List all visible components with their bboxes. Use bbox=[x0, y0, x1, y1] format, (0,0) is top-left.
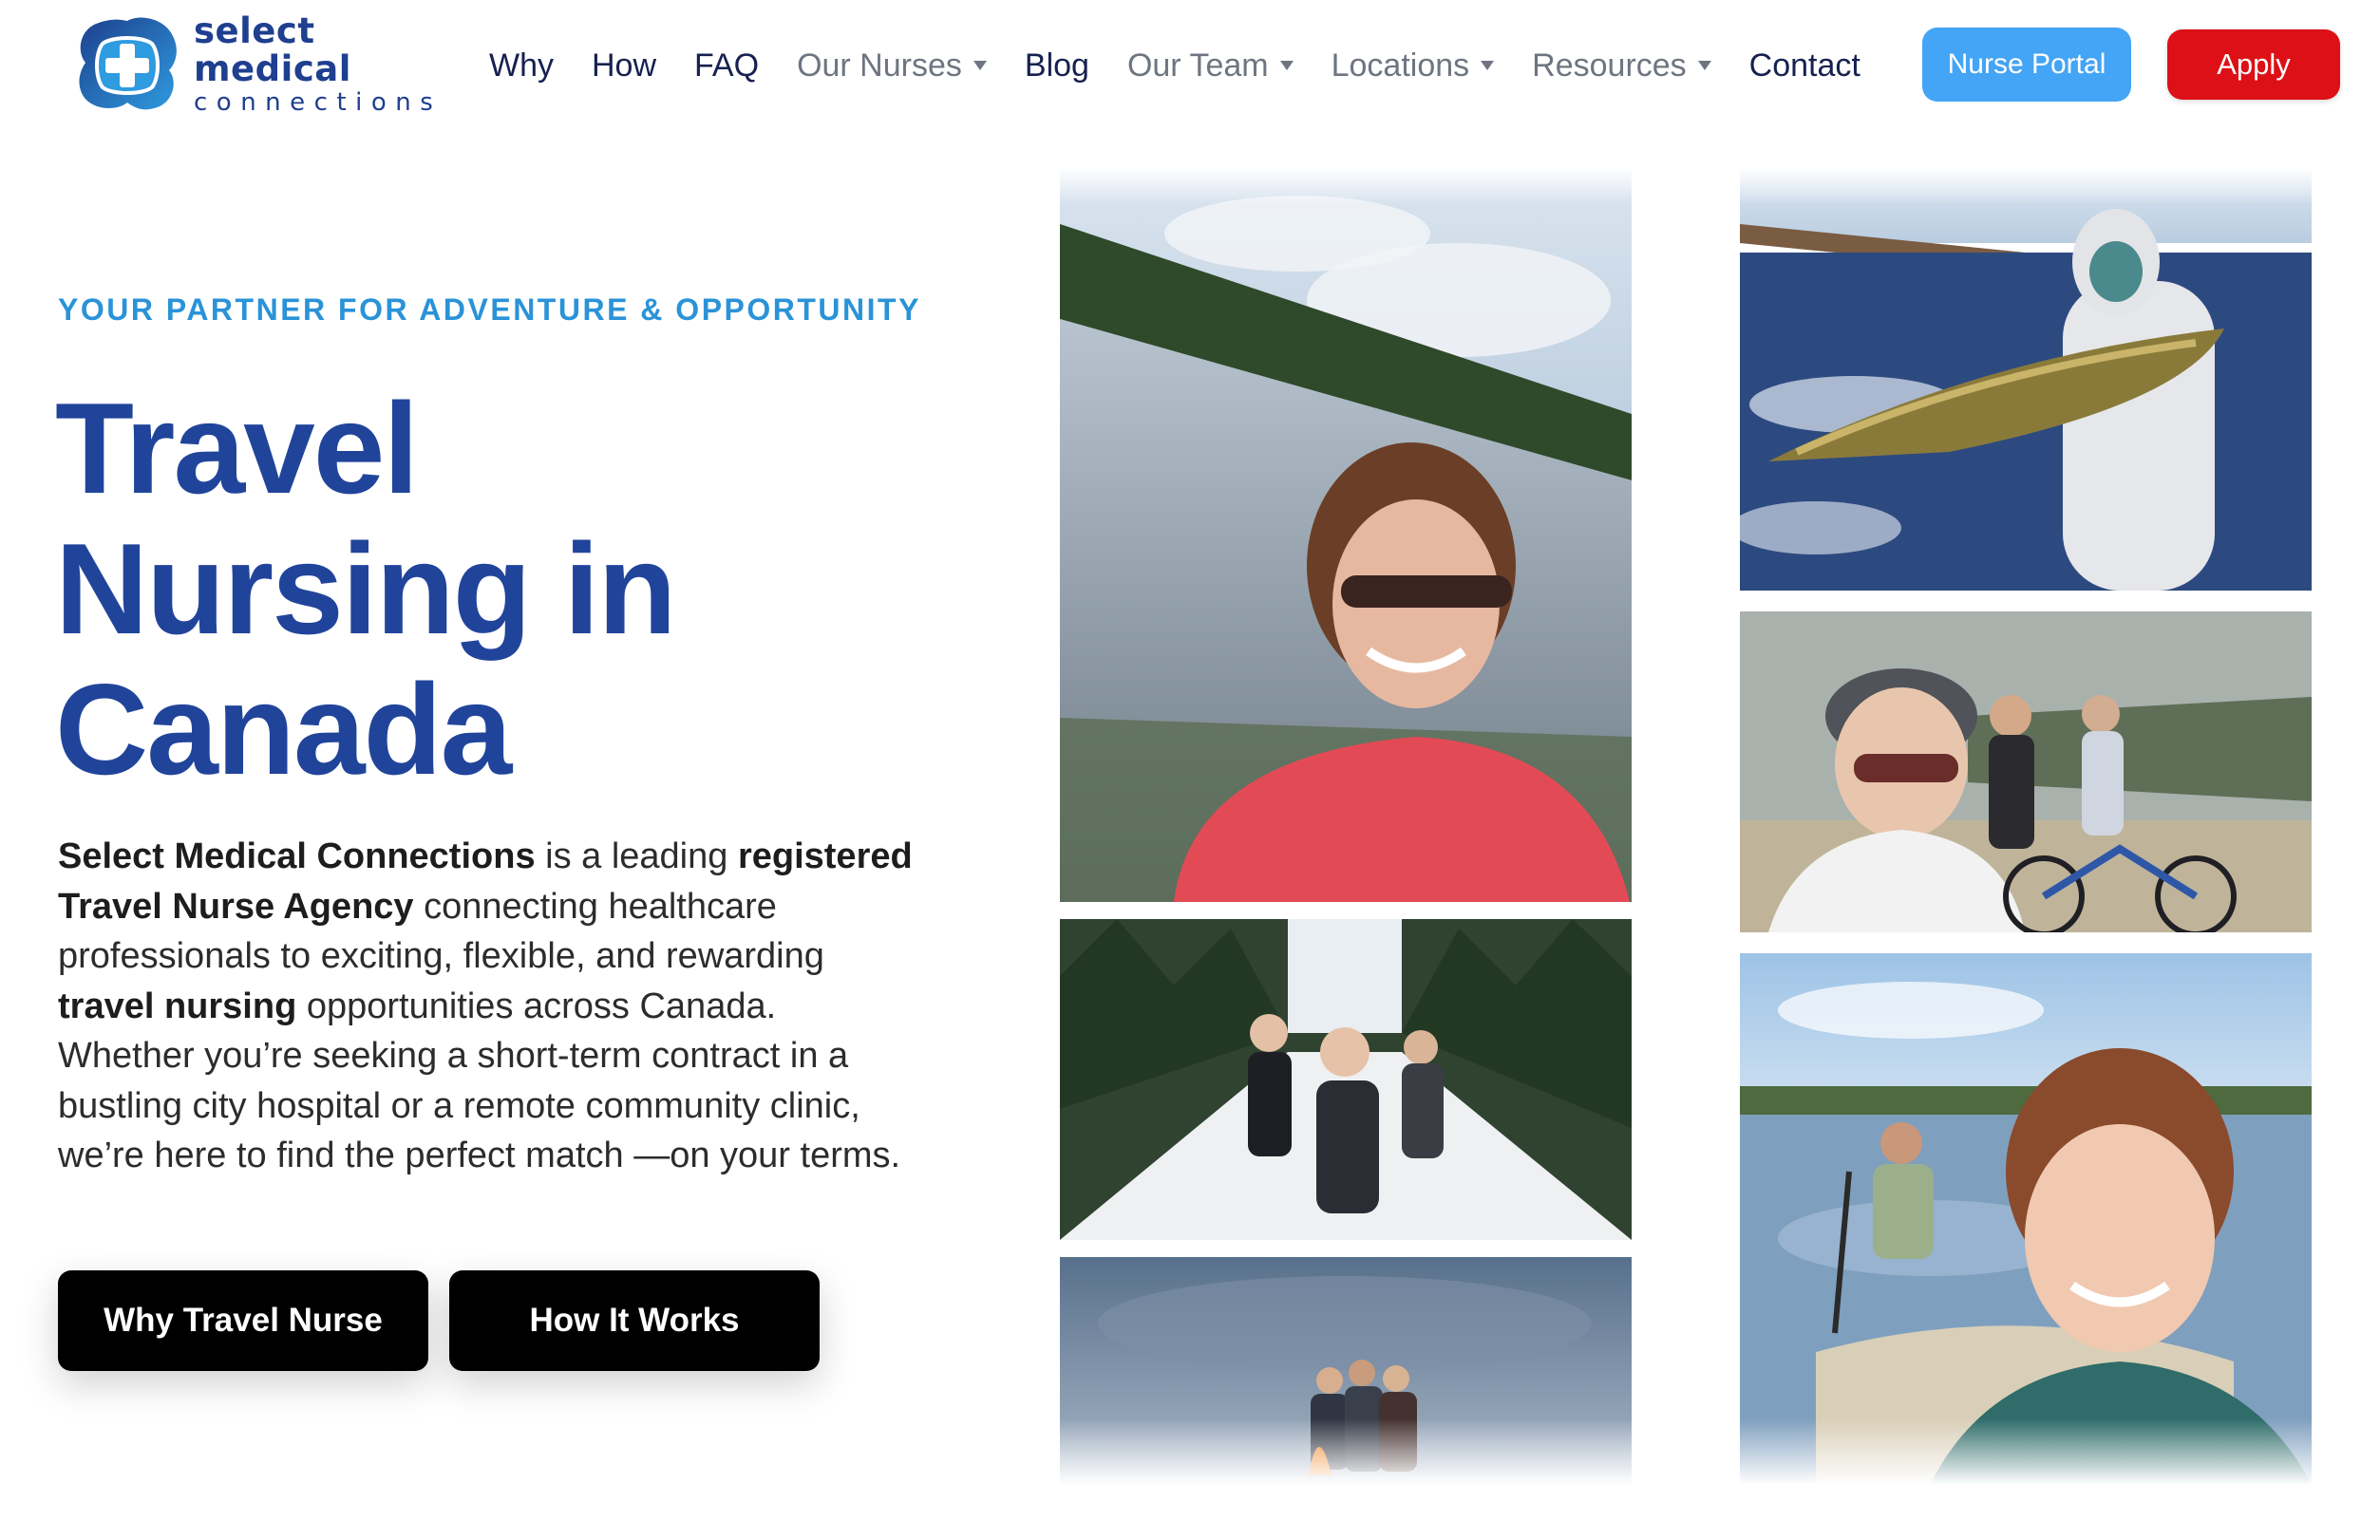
caret-down-icon bbox=[973, 61, 987, 70]
site-header: select medical connections Why How FAQ O… bbox=[0, 0, 2380, 133]
hero-title-line: Canada bbox=[55, 657, 512, 801]
cycling-group-photo bbox=[1740, 611, 2312, 932]
hero-title-line: Nursing in bbox=[55, 516, 676, 661]
intro-bold-company: Select Medical Connections bbox=[58, 836, 536, 876]
brand-name: select medical bbox=[194, 10, 351, 89]
ice-fishing-image bbox=[1740, 167, 2312, 591]
nurse-portal-button[interactable]: Nurse Portal bbox=[1922, 28, 2131, 102]
lake-selfie-photo bbox=[1060, 167, 1632, 902]
hero-intro-paragraph: Select Medical Connections is a leading … bbox=[58, 832, 913, 1181]
campfire-image bbox=[1060, 1257, 1632, 1485]
nav-our-nurses-label: Our Nurses bbox=[797, 47, 962, 84]
hero-eyebrow: YOUR PARTNER FOR ADVENTURE & OPPORTUNITY bbox=[58, 292, 921, 327]
nav-faq[interactable]: FAQ bbox=[694, 47, 759, 85]
how-it-works-button[interactable]: How It Works bbox=[449, 1270, 820, 1371]
ski-trail-image bbox=[1060, 919, 1632, 1240]
ski-trail-photo bbox=[1060, 919, 1632, 1240]
caret-down-icon bbox=[1481, 61, 1495, 70]
nav-locations-label: Locations bbox=[1331, 47, 1470, 84]
hero-title-line: Travel bbox=[55, 376, 419, 520]
nav-our-team-label: Our Team bbox=[1126, 47, 1269, 84]
why-travel-nurse-button[interactable]: Why Travel Nurse bbox=[58, 1270, 428, 1371]
canoe-river-photo bbox=[1740, 953, 2312, 1485]
caret-down-icon bbox=[1279, 61, 1294, 70]
hero-title: Travel Nursing in Canada bbox=[55, 378, 910, 799]
canoe-image bbox=[1740, 953, 2312, 1485]
nav-resources[interactable]: Resources bbox=[1532, 47, 1711, 85]
nav-locations[interactable]: Locations bbox=[1332, 47, 1495, 85]
cycling-image bbox=[1740, 611, 2312, 932]
nav-contact[interactable]: Contact bbox=[1749, 47, 1861, 85]
nav-why[interactable]: Why bbox=[489, 47, 554, 85]
main-nav: Why How FAQ Our Nurses Blog Our Team Loc… bbox=[489, 28, 1898, 103]
lake-selfie-image bbox=[1060, 167, 1632, 902]
brand-subname: connections bbox=[194, 88, 443, 117]
ice-fishing-pike-photo bbox=[1740, 167, 2312, 591]
nav-how[interactable]: How bbox=[592, 47, 656, 85]
apply-button[interactable]: Apply bbox=[2167, 29, 2340, 100]
nav-our-nurses[interactable]: Our Nurses bbox=[797, 47, 987, 85]
caret-down-icon bbox=[1697, 61, 1711, 70]
campfire-photo bbox=[1060, 1257, 1632, 1485]
intro-bold-travel-nursing: travel nursing bbox=[58, 986, 297, 1026]
intro-text: is a leading bbox=[535, 836, 738, 876]
nav-blog[interactable]: Blog bbox=[1025, 47, 1089, 85]
nav-resources-label: Resources bbox=[1532, 47, 1687, 84]
medical-cross-logo-icon bbox=[79, 17, 177, 110]
nav-our-team[interactable]: Our Team bbox=[1127, 47, 1294, 85]
brand-logo[interactable]: select medical connections bbox=[74, 12, 435, 117]
